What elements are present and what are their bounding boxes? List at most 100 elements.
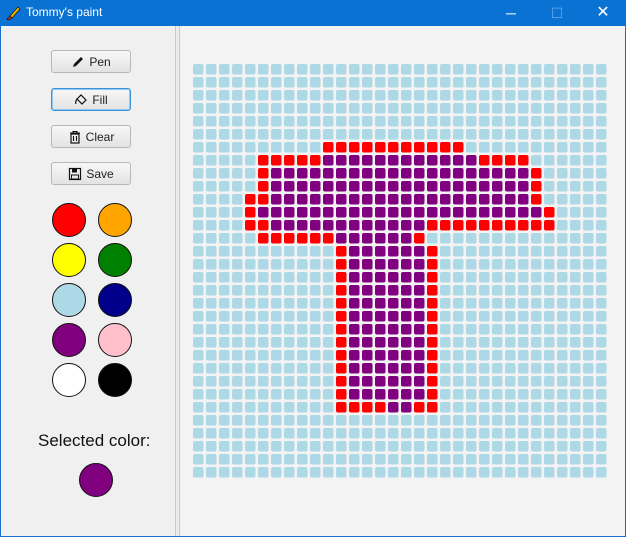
pixel-cell[interactable]	[440, 415, 451, 426]
pixel-cell[interactable]	[271, 311, 282, 322]
pixel-cell[interactable]	[531, 77, 542, 88]
pixel-cell[interactable]	[232, 454, 243, 465]
pixel-cell[interactable]	[284, 90, 295, 101]
pixel-cell[interactable]	[375, 181, 386, 192]
pixel-cell[interactable]	[453, 467, 464, 478]
pixel-cell[interactable]	[232, 389, 243, 400]
pixel-cell[interactable]	[297, 103, 308, 114]
pixel-cell[interactable]	[466, 220, 477, 231]
pixel-cell[interactable]	[557, 233, 568, 244]
pixel-cell[interactable]	[531, 389, 542, 400]
pixel-cell[interactable]	[440, 155, 451, 166]
pixel-cell[interactable]	[544, 311, 555, 322]
pixel-cell[interactable]	[583, 103, 594, 114]
pixel-cell[interactable]	[466, 168, 477, 179]
pixel-cell[interactable]	[479, 259, 490, 270]
pixel-cell[interactable]	[440, 428, 451, 439]
pixel-cell[interactable]	[336, 116, 347, 127]
pixel-cell[interactable]	[271, 116, 282, 127]
pixel-cell[interactable]	[349, 142, 360, 153]
pixel-cell[interactable]	[323, 246, 334, 257]
pixel-cell[interactable]	[492, 155, 503, 166]
pixel-cell[interactable]	[219, 441, 230, 452]
pixel-cell[interactable]	[570, 194, 581, 205]
pixel-cell[interactable]	[336, 298, 347, 309]
pixel-cell[interactable]	[596, 467, 607, 478]
pixel-cell[interactable]	[323, 168, 334, 179]
pixel-cell[interactable]	[414, 103, 425, 114]
pixel-cell[interactable]	[336, 467, 347, 478]
pixel-cell[interactable]	[206, 64, 217, 75]
pixel-cell[interactable]	[570, 181, 581, 192]
pixel-cell[interactable]	[531, 116, 542, 127]
pixel-cell[interactable]	[362, 246, 373, 257]
pixel-cell[interactable]	[193, 324, 204, 335]
pixel-cell[interactable]	[518, 350, 529, 361]
pixel-cell[interactable]	[349, 428, 360, 439]
pixel-cell[interactable]	[349, 155, 360, 166]
pixel-cell[interactable]	[375, 402, 386, 413]
pixel-cell[interactable]	[505, 77, 516, 88]
pixel-cell[interactable]	[206, 246, 217, 257]
pixel-cell[interactable]	[206, 428, 217, 439]
pixel-cell[interactable]	[297, 415, 308, 426]
pixel-cell[interactable]	[206, 285, 217, 296]
pixel-cell[interactable]	[427, 415, 438, 426]
pixel-cell[interactable]	[323, 272, 334, 283]
pixel-cell[interactable]	[544, 272, 555, 283]
pixel-cell[interactable]	[557, 441, 568, 452]
pixel-cell[interactable]	[336, 64, 347, 75]
pixel-cell[interactable]	[414, 298, 425, 309]
pixel-cell[interactable]	[492, 246, 503, 257]
pixel-cell[interactable]	[570, 129, 581, 140]
pixel-cell[interactable]	[440, 142, 451, 153]
pixel-cell[interactable]	[388, 272, 399, 283]
pixel-cell[interactable]	[570, 363, 581, 374]
pixel-cell[interactable]	[258, 90, 269, 101]
pixel-cell[interactable]	[570, 155, 581, 166]
pixel-cell[interactable]	[505, 168, 516, 179]
pixel-cell[interactable]	[557, 389, 568, 400]
pixel-cell[interactable]	[258, 350, 269, 361]
pixel-cell[interactable]	[388, 64, 399, 75]
pixel-cell[interactable]	[245, 376, 256, 387]
pixel-cell[interactable]	[271, 168, 282, 179]
pixel-cell[interactable]	[453, 207, 464, 218]
pixel-cell[interactable]	[219, 285, 230, 296]
pixel-cell[interactable]	[427, 233, 438, 244]
pixel-cell[interactable]	[492, 194, 503, 205]
pixel-cell[interactable]	[583, 441, 594, 452]
pixel-cell[interactable]	[492, 350, 503, 361]
pixel-cell[interactable]	[323, 155, 334, 166]
pixel-cell[interactable]	[388, 207, 399, 218]
pixel-cell[interactable]	[232, 259, 243, 270]
pixel-cell[interactable]	[492, 363, 503, 374]
pixel-cell[interactable]	[531, 129, 542, 140]
pixel-cell[interactable]	[518, 272, 529, 283]
pixel-cell[interactable]	[492, 376, 503, 387]
pixel-cell[interactable]	[453, 64, 464, 75]
pixel-cell[interactable]	[492, 272, 503, 283]
pixel-cell[interactable]	[414, 220, 425, 231]
color-swatch-800080[interactable]	[52, 323, 86, 357]
pixel-cell[interactable]	[349, 64, 360, 75]
pixel-cell[interactable]	[453, 129, 464, 140]
pixel-cell[interactable]	[505, 441, 516, 452]
pixel-cell[interactable]	[349, 467, 360, 478]
pixel-cell[interactable]	[219, 350, 230, 361]
pixel-cell[interactable]	[362, 116, 373, 127]
pixel-cell[interactable]	[401, 194, 412, 205]
pixel-cell[interactable]	[453, 77, 464, 88]
pixel-cell[interactable]	[401, 272, 412, 283]
pixel-cell[interactable]	[375, 103, 386, 114]
pixel-cell[interactable]	[453, 376, 464, 387]
pixel-cell[interactable]	[232, 324, 243, 335]
pixel-cell[interactable]	[310, 350, 321, 361]
pixel-cell[interactable]	[466, 428, 477, 439]
pixel-cell[interactable]	[596, 194, 607, 205]
pixel-cell[interactable]	[570, 233, 581, 244]
pixel-cell[interactable]	[596, 389, 607, 400]
pixel-cell[interactable]	[271, 389, 282, 400]
pixel-cell[interactable]	[323, 259, 334, 270]
pixel-cell[interactable]	[505, 194, 516, 205]
